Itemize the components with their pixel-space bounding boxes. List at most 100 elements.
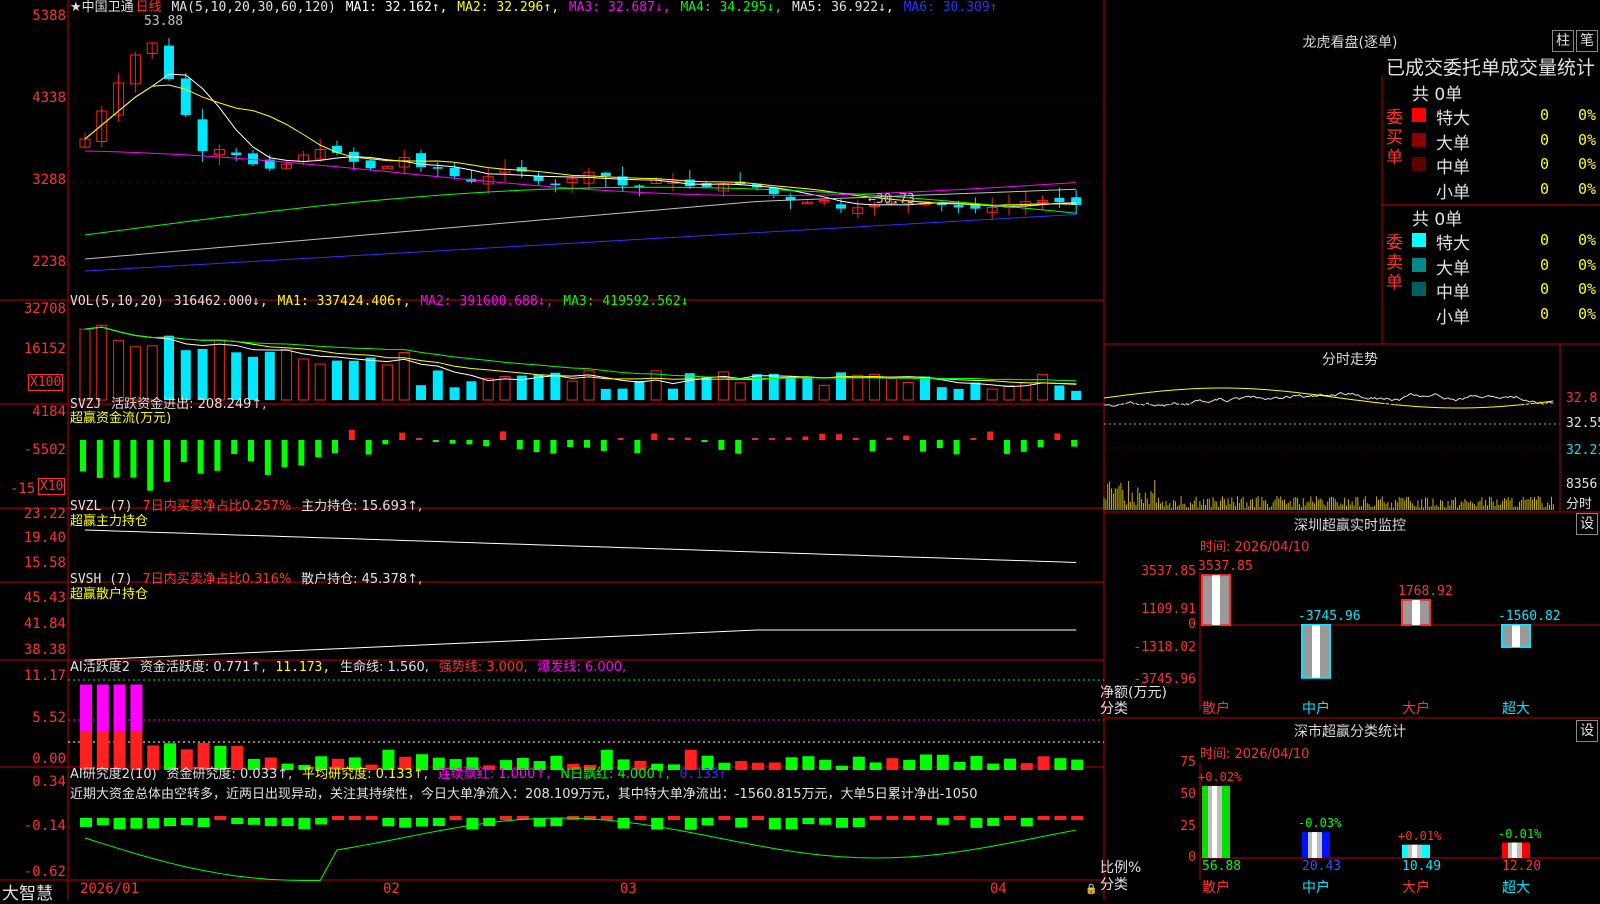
x-axis-label: 03 xyxy=(620,881,637,897)
monitor-y-tick: -3745.96 xyxy=(1133,672,1196,687)
class-settings-button[interactable]: 设 xyxy=(1576,720,1598,742)
class-bar-value: 12.20 xyxy=(1502,859,1542,874)
brand-logo: 大智慧 xyxy=(2,884,53,904)
ai1-axis-label: 11.17 xyxy=(23,668,66,684)
svsh-axis-label: 45.43 xyxy=(23,590,66,606)
order-count-header: 共 0单 xyxy=(1412,85,1463,105)
volume-bar xyxy=(1037,374,1049,401)
class-y-tick: 50 xyxy=(1180,787,1196,802)
order-type-swatch xyxy=(1412,132,1426,147)
candle-down xyxy=(432,167,443,169)
activity-bar xyxy=(819,759,832,770)
vol-unit-badge: X100 xyxy=(28,374,64,391)
fund-flow-bar xyxy=(399,432,406,440)
volume-bar xyxy=(550,372,561,400)
svsh-subtitle: 超赢散户持仓 xyxy=(70,587,149,602)
ma2-line xyxy=(84,84,1077,206)
research-bar xyxy=(735,818,748,828)
monitor-bar-value: -1560.82 xyxy=(1498,609,1561,624)
candle-down xyxy=(180,78,191,116)
class-bar-change: +0.02% xyxy=(1198,769,1242,784)
volume-bar xyxy=(634,381,645,400)
bar-view-button[interactable]: 柱 xyxy=(1552,30,1574,52)
research-bar xyxy=(449,816,462,820)
stock-name[interactable]: ★中国卫通 xyxy=(70,0,134,15)
ai1-legend: AI活跃度2 资金活跃度: 0.771↑, 11.173, 生命线: 1.560… xyxy=(70,660,628,676)
intraday-volume-label: 8356 xyxy=(1566,477,1598,492)
svzl-axis-label: 19.40 xyxy=(23,530,66,546)
ma6-line xyxy=(84,213,1077,272)
activity-bar-top xyxy=(80,684,92,732)
lock-icon[interactable]: 🔒 xyxy=(1085,884,1097,895)
fund-flow-bar xyxy=(298,440,305,466)
ma4-line xyxy=(84,186,1077,236)
intraday-unit-label: 分时 xyxy=(1566,497,1593,512)
volume-bar xyxy=(902,381,914,401)
research-bar xyxy=(315,818,328,825)
volume-bar xyxy=(936,387,947,400)
high-price-note: 53.88 xyxy=(144,14,184,29)
vol-title: VOL(5,10,20) xyxy=(70,294,164,309)
research-bar xyxy=(987,818,1000,826)
volume-bar xyxy=(281,348,293,401)
fund-flow-bar xyxy=(130,440,137,478)
research-bar xyxy=(533,818,546,827)
fund-flow-bar xyxy=(584,440,590,448)
volume-bar xyxy=(432,370,443,400)
fund-flow-bar xyxy=(819,433,826,440)
order-type-swatch xyxy=(1412,257,1426,272)
monitor-category: 中户 xyxy=(1302,701,1330,717)
period-label[interactable]: 日线 xyxy=(136,0,162,15)
volume-bar xyxy=(684,373,695,400)
volume-bar xyxy=(885,378,897,401)
monitor-settings-button[interactable]: 设 xyxy=(1576,513,1598,535)
order-type-swatch xyxy=(1412,181,1426,196)
fund-flow-bar xyxy=(500,431,506,440)
volume-bar xyxy=(96,324,108,401)
svsh-axis-label: 38.38 xyxy=(23,642,66,658)
volume-bar xyxy=(1054,385,1065,400)
fund-flow-bar xyxy=(886,437,893,440)
fund-flow-bar xyxy=(315,440,322,458)
fund-flow-bar xyxy=(550,440,557,454)
candle-down xyxy=(533,176,544,181)
fund-flow-bar xyxy=(802,436,809,440)
ai2-legend: AI研究度2(10) 资金研究度: 0.033↑, 平均研究度: 0.133↑,… xyxy=(70,767,729,783)
research-bar xyxy=(365,816,378,820)
candle-down xyxy=(953,205,964,208)
fund-flow-bar xyxy=(113,440,120,478)
volume-bar xyxy=(1003,385,1015,401)
research-bar xyxy=(1054,816,1067,820)
fund-flow-bar xyxy=(80,440,86,472)
research-bar xyxy=(231,818,244,825)
monitor-bar-value: -3745.96 xyxy=(1298,609,1361,624)
svsh-title: SVSH (7) xyxy=(70,572,133,587)
fund-flow-bar xyxy=(718,440,725,450)
research-bar xyxy=(970,818,983,828)
research-bar xyxy=(701,818,714,826)
ai2-axis-label: 0.34 xyxy=(32,774,66,790)
volume-bar xyxy=(668,388,678,400)
activity-bar xyxy=(852,756,865,770)
fund-flow-bar xyxy=(416,438,422,440)
ai2-avg: 平均研究度: 0.133↑, xyxy=(302,767,428,782)
tick-view-button[interactable]: 笔 xyxy=(1576,30,1598,52)
fund-flow-bar xyxy=(1054,433,1061,440)
svsh-axis-label: 41.84 xyxy=(23,616,66,632)
candle-down xyxy=(836,204,846,209)
order-count-header: 共 0单 xyxy=(1412,210,1463,230)
fund-flow-bar xyxy=(147,440,154,491)
order-side-label: 委买单 xyxy=(1386,108,1403,168)
ai1-v2: 11.173, xyxy=(275,660,331,675)
activity-bar xyxy=(836,765,848,770)
ma5-value: MA5: 36.922↓, xyxy=(792,0,894,15)
volume-bar xyxy=(970,382,981,400)
ma3-value: MA3: 32.687↓, xyxy=(568,0,671,15)
vol-ma1: MA1: 337424.406↑, xyxy=(277,294,411,309)
research-bar xyxy=(466,818,479,830)
activity-bar xyxy=(164,743,176,770)
research-bar xyxy=(869,816,882,820)
research-bar xyxy=(416,818,428,827)
stock-chart-canvas[interactable] xyxy=(0,0,1600,900)
volume-bar xyxy=(332,360,342,400)
